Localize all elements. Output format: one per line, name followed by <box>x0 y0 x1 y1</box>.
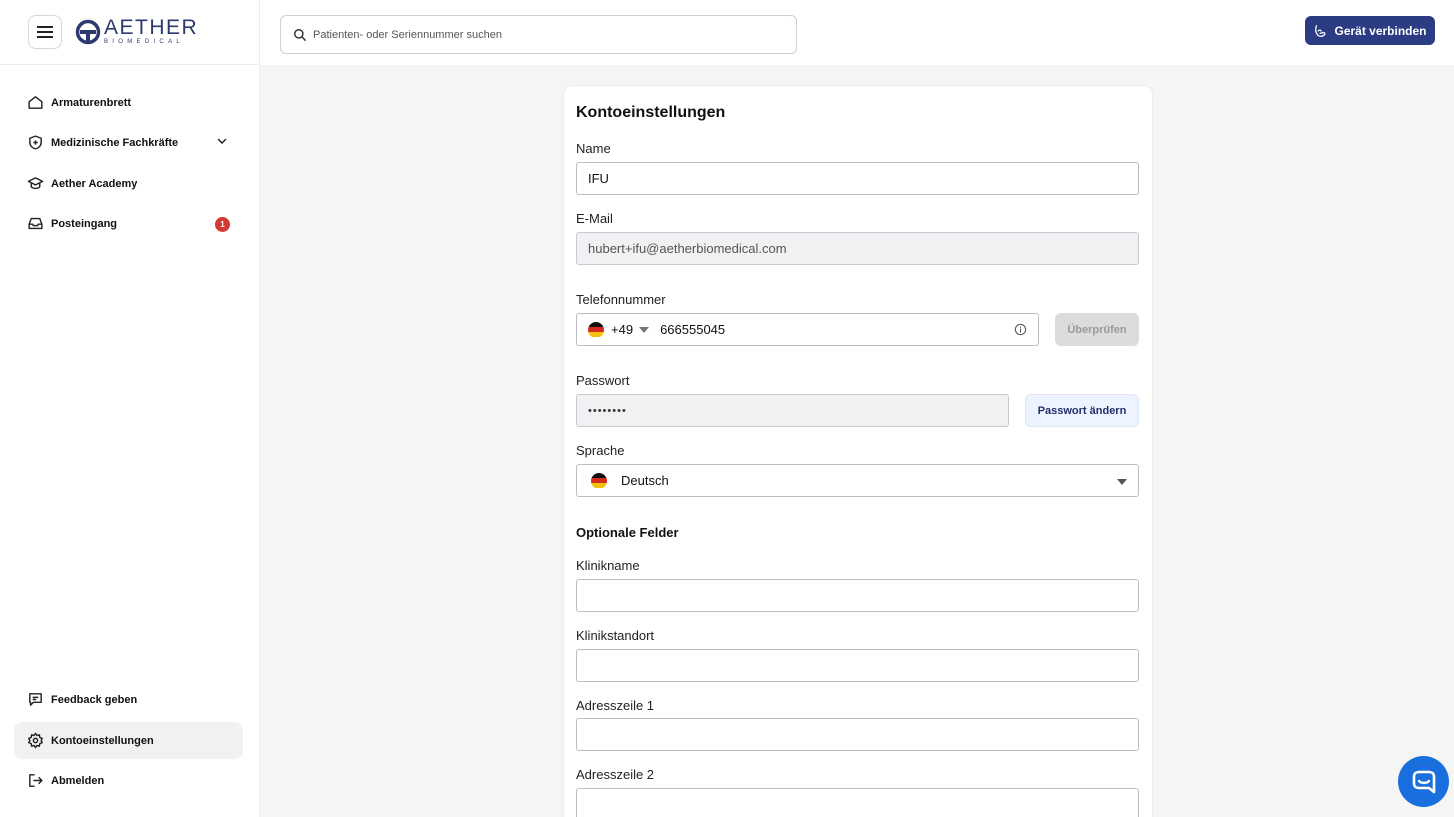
sidebar-item-label: Feedback geben <box>51 693 138 706</box>
hamburger-icon <box>37 26 53 38</box>
sidebar-header: AETHER BIOMEDICAL <box>0 0 259 65</box>
home-icon <box>26 94 44 112</box>
clinic-location-field[interactable] <box>576 649 1139 682</box>
logo[interactable]: AETHER BIOMEDICAL <box>75 17 198 46</box>
chat-icon <box>1412 770 1435 793</box>
phone-label: Telefonnummer <box>576 292 666 307</box>
account-settings-card: Kontoeinstellungen Name IFU E-Mail huber… <box>563 85 1153 817</box>
email-label: E-Mail <box>576 211 613 226</box>
logo-wordmark: AETHER <box>104 16 199 39</box>
password-field: •••••••• <box>576 394 1009 427</box>
search-box[interactable] <box>280 15 797 54</box>
connect-device-label: Gerät verbinden <box>1334 23 1427 38</box>
sidebar-item-feedback[interactable]: Feedback geben <box>14 681 243 718</box>
email-field: hubert+ifu@aetherbiomedical.com <box>576 232 1139 265</box>
language-value: Deutsch <box>621 473 669 488</box>
sidebar-item-label: Kontoeinstellungen <box>51 734 154 747</box>
aether-logo-icon <box>75 19 101 44</box>
clinic-name-label: Klinikname <box>576 558 640 573</box>
sidebar: AETHER BIOMEDICAL Armaturenbrett Medizin… <box>0 0 260 817</box>
address-line-2-label: Adresszeile 2 <box>576 767 655 782</box>
clinic-name-field[interactable] <box>576 579 1139 612</box>
caret-down-icon[interactable] <box>639 326 650 333</box>
connect-device-button[interactable]: Gerät verbinden <box>1305 16 1435 45</box>
top-bar: Gerät verbinden <box>260 0 1454 65</box>
caret-down-icon <box>1117 479 1127 485</box>
chat-widget-button[interactable] <box>1398 756 1449 807</box>
name-field[interactable]: IFU <box>576 162 1139 195</box>
sidebar-item-label: Medizinische Fachkräfte <box>51 136 179 149</box>
change-password-button[interactable]: Passwort ändern <box>1025 394 1139 427</box>
sidebar-item-dashboard[interactable]: Armaturenbrett <box>14 84 243 121</box>
email-value: hubert+ifu@aetherbiomedical.com <box>588 241 787 256</box>
address-line-2-field[interactable] <box>576 788 1139 817</box>
clinic-location-label: Klinikstandort <box>576 628 655 643</box>
sidebar-item-academy[interactable]: Aether Academy <box>14 165 243 202</box>
name-value: IFU <box>588 171 609 186</box>
verify-button[interactable]: Überprüfen <box>1055 313 1139 346</box>
info-icon[interactable] <box>1014 323 1027 336</box>
sidebar-item-label: Aether Academy <box>51 177 138 190</box>
address-line-1-label: Adresszeile 1 <box>576 698 655 713</box>
sidebar-item-label: Posteingang <box>51 217 118 230</box>
name-label: Name <box>576 141 611 156</box>
sidebar-item-label: Abmelden <box>51 774 105 787</box>
search-input[interactable] <box>313 28 773 41</box>
hand-icon <box>1313 24 1327 38</box>
gear-icon <box>26 732 44 750</box>
optional-fields-heading: Optionale Felder <box>576 525 679 540</box>
logo-subtitle: BIOMEDICAL <box>104 39 185 45</box>
shield-plus-icon <box>26 134 44 152</box>
germany-flag-icon <box>591 472 607 489</box>
sidebar-item-inbox[interactable]: Posteingang 1 <box>14 205 243 242</box>
sidebar-item-account-settings[interactable]: Kontoeinstellungen <box>14 722 243 759</box>
password-value: •••••••• <box>588 404 627 417</box>
germany-flag-icon <box>588 321 604 338</box>
sidebar-item-logout[interactable]: Abmelden <box>14 762 243 799</box>
sidebar-item-label: Armaturenbrett <box>51 96 132 109</box>
unread-badge: 1 <box>215 217 230 232</box>
logout-icon <box>26 772 44 790</box>
page-title: Kontoeinstellungen <box>576 104 726 121</box>
message-icon <box>26 691 44 709</box>
menu-button[interactable] <box>28 15 62 49</box>
graduation-cap-icon <box>26 175 44 193</box>
inbox-icon <box>26 215 44 233</box>
password-label: Passwort <box>576 373 630 388</box>
language-label: Sprache <box>576 443 625 458</box>
sidebar-item-medical-professionals[interactable]: Medizinische Fachkräfte <box>14 124 243 161</box>
search-icon <box>294 28 306 41</box>
phone-value: 666555045 <box>660 322 726 337</box>
address-line-1-field[interactable] <box>576 718 1139 751</box>
phone-field[interactable]: +49 666555045 <box>576 313 1039 346</box>
language-select[interactable]: Deutsch <box>576 464 1139 497</box>
chevron-down-icon[interactable] <box>216 135 228 150</box>
country-code[interactable]: +49 <box>611 322 633 337</box>
